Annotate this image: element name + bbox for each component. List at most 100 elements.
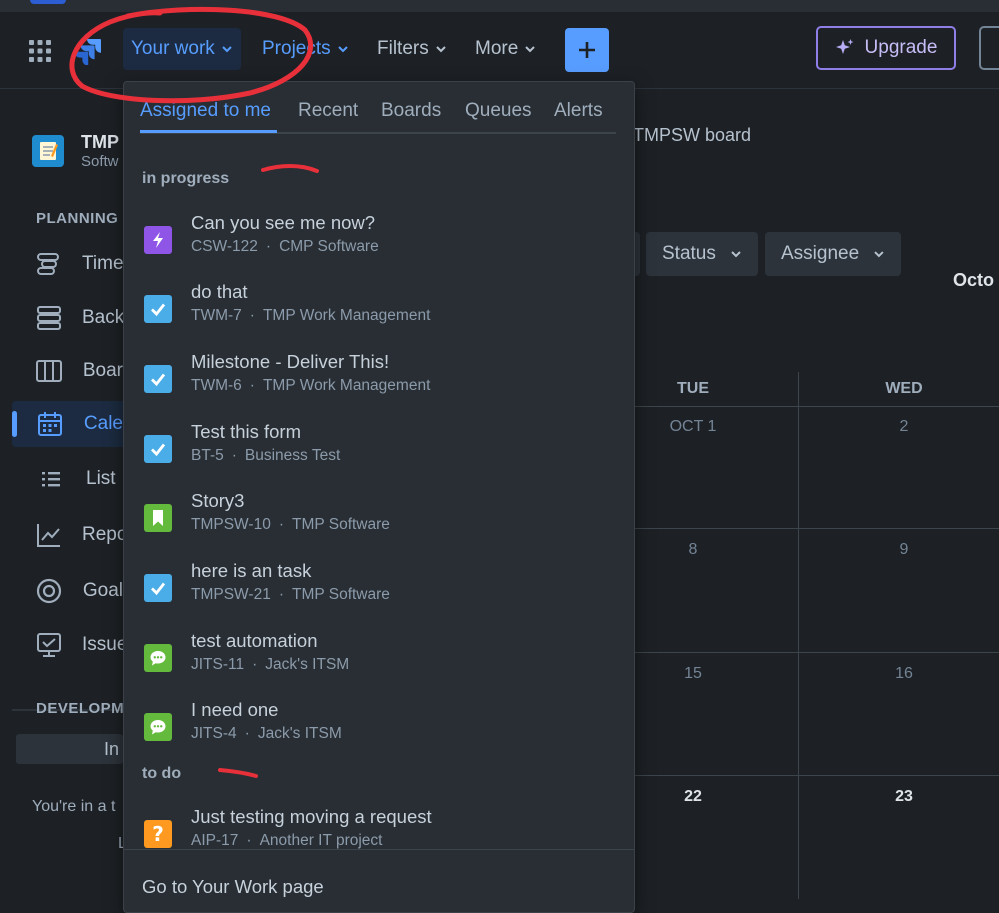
status-filter-button[interactable]: Status xyxy=(646,232,758,276)
development-section-label: DEVELOPM xyxy=(36,700,125,717)
calendar-day[interactable]: 16 xyxy=(799,665,999,683)
work-item[interactable]: test automation JITS-11 · Jack's ITSM xyxy=(124,630,634,698)
work-item-project: TMP Work Management xyxy=(262,307,431,324)
sidebar-item-timeline[interactable]: Time xyxy=(12,241,124,287)
calendar-row-divider xyxy=(633,775,999,776)
work-item-key: BT-5 xyxy=(191,447,224,464)
sidebar-item-label: Repo xyxy=(82,524,128,545)
checkbox-icon xyxy=(144,574,172,602)
separator: · xyxy=(249,307,255,324)
more-button[interactable]: More xyxy=(467,28,544,70)
day-header-tue: TUE xyxy=(677,380,709,397)
work-item-meta: TWM-6 · TMP Work Management xyxy=(191,377,430,395)
work-item-meta: BT-5 · Business Test xyxy=(191,447,340,465)
sidebar-item-label: List xyxy=(86,468,116,489)
project-type: Softw xyxy=(81,153,119,170)
go-to-your-work-link[interactable]: Go to Your Work page xyxy=(142,876,324,898)
work-item-key: AIP-17 xyxy=(191,832,239,849)
invite-button[interactable]: In xyxy=(16,734,123,764)
project-sidebar: TMP Softw PLANNING Time Back Boar Cale L… xyxy=(0,89,127,899)
sparkle-icon xyxy=(835,39,854,54)
bookmark-icon xyxy=(144,504,172,532)
projects-label: Projects xyxy=(262,38,331,59)
tab-alerts[interactable]: Alerts xyxy=(554,100,603,122)
jira-logo-icon[interactable] xyxy=(74,37,102,65)
sidebar-item-calendar[interactable]: Cale xyxy=(12,401,123,447)
dropdown-tabs: Assigned to me Recent Boards Queues Aler… xyxy=(140,100,616,134)
project-name[interactable]: TMP xyxy=(81,132,119,153)
sidebar-item-label: Time xyxy=(82,253,124,274)
assignee-filter-label: Assignee xyxy=(781,243,860,264)
sidebar-item-label: Boar xyxy=(82,360,123,381)
work-item-project: TMP Software xyxy=(291,516,390,533)
work-item-project: TMP Work Management xyxy=(262,377,431,394)
calendar-row-divider xyxy=(633,406,999,407)
work-item[interactable]: here is an task TMPSW-21 · TMP Software xyxy=(124,560,634,628)
work-item-key: CSW-122 xyxy=(191,238,258,255)
work-item-title: Test this form xyxy=(191,421,301,442)
your-work-button[interactable]: Your work xyxy=(123,28,241,70)
sidebar-item-list[interactable]: List xyxy=(12,456,123,502)
sidebar-item-goals[interactable]: Goal xyxy=(12,568,123,614)
work-item[interactable]: Story3 TMPSW-10 · TMP Software xyxy=(124,490,634,558)
calendar-day[interactable]: 23 xyxy=(799,788,999,806)
work-item-key: TMPSW-10 xyxy=(191,516,271,533)
work-item-meta: CSW-122 · CMP Software xyxy=(191,238,379,256)
sidebar-item-board[interactable]: Boar xyxy=(12,348,123,394)
tab-boards[interactable]: Boards xyxy=(381,100,441,122)
app-switcher-icon[interactable] xyxy=(28,39,52,63)
work-item[interactable]: Test this form BT-5 · Business Test xyxy=(124,421,634,489)
separator: · xyxy=(246,832,252,849)
more-label: More xyxy=(475,38,519,59)
reports-icon xyxy=(37,524,60,547)
chevron-down-icon xyxy=(731,251,741,258)
calendar-day[interactable]: 2 xyxy=(799,418,999,436)
chat-icon xyxy=(144,644,172,672)
work-item-meta: JITS-11 · Jack's ITSM xyxy=(191,656,349,674)
calendar-day[interactable]: 9 xyxy=(799,541,999,559)
project-avatar[interactable] xyxy=(32,135,64,167)
work-item-title: Just testing moving a request xyxy=(191,806,432,827)
work-item[interactable]: Can you see me now? CSW-122 · CMP Software xyxy=(124,212,634,280)
work-item-project: Jack's ITSM xyxy=(265,656,350,673)
create-button[interactable] xyxy=(565,28,609,72)
filters-button[interactable]: Filters xyxy=(369,28,455,70)
work-item-project: Another IT project xyxy=(259,832,383,849)
work-item[interactable]: do that TWM-7 · TMP Work Management xyxy=(124,281,634,349)
chevron-down-icon xyxy=(525,46,536,53)
work-item-project: TMP Software xyxy=(291,586,390,603)
chevron-down-icon xyxy=(222,46,232,53)
upgrade-button[interactable]: Upgrade xyxy=(816,26,956,70)
assignee-filter-button[interactable]: Assignee xyxy=(765,232,901,276)
board-icon xyxy=(36,360,63,382)
notepad-icon xyxy=(40,142,58,160)
work-item-title: Can you see me now? xyxy=(191,212,376,233)
work-item[interactable]: Milestone - Deliver This! TWM-6 · TMP Work… xyxy=(124,351,634,419)
sidebar-item-label: Issue xyxy=(82,634,128,655)
projects-button[interactable]: Projects xyxy=(254,28,357,70)
goals-icon xyxy=(37,578,62,604)
calendar-day[interactable]: 15 xyxy=(633,665,753,683)
work-item[interactable]: ? Just testing moving a request AIP-17 · A… xyxy=(124,806,634,874)
calendar-day[interactable]: 22 xyxy=(633,788,753,806)
calendar-row-divider xyxy=(633,652,999,653)
tab-queues[interactable]: Queues xyxy=(465,100,532,122)
work-item-title: I need one xyxy=(191,699,279,720)
sidebar-item-backlog[interactable]: Back xyxy=(12,295,124,341)
active-tab-indicator xyxy=(140,130,277,133)
work-item-project: Business Test xyxy=(244,447,341,464)
calendar-day[interactable]: OCT 1 xyxy=(633,418,753,436)
sidebar-item-issues[interactable]: Issue xyxy=(12,622,127,668)
calendar-column-divider xyxy=(798,372,799,899)
sidebar-item-reports[interactable]: Repo xyxy=(12,512,127,558)
search-box[interactable] xyxy=(979,26,999,70)
plus-icon xyxy=(579,42,595,58)
separator: · xyxy=(278,516,284,533)
chat-icon xyxy=(144,713,172,741)
sidebar-item-label: Cale xyxy=(83,413,123,434)
calendar-day[interactable]: 8 xyxy=(633,541,753,559)
work-item[interactable]: I need one JITS-4 · Jack's ITSM xyxy=(124,699,634,767)
tab-assigned-to-me[interactable]: Assigned to me xyxy=(140,100,271,122)
tab-recent[interactable]: Recent xyxy=(298,100,358,122)
timeline-icon xyxy=(37,253,59,275)
